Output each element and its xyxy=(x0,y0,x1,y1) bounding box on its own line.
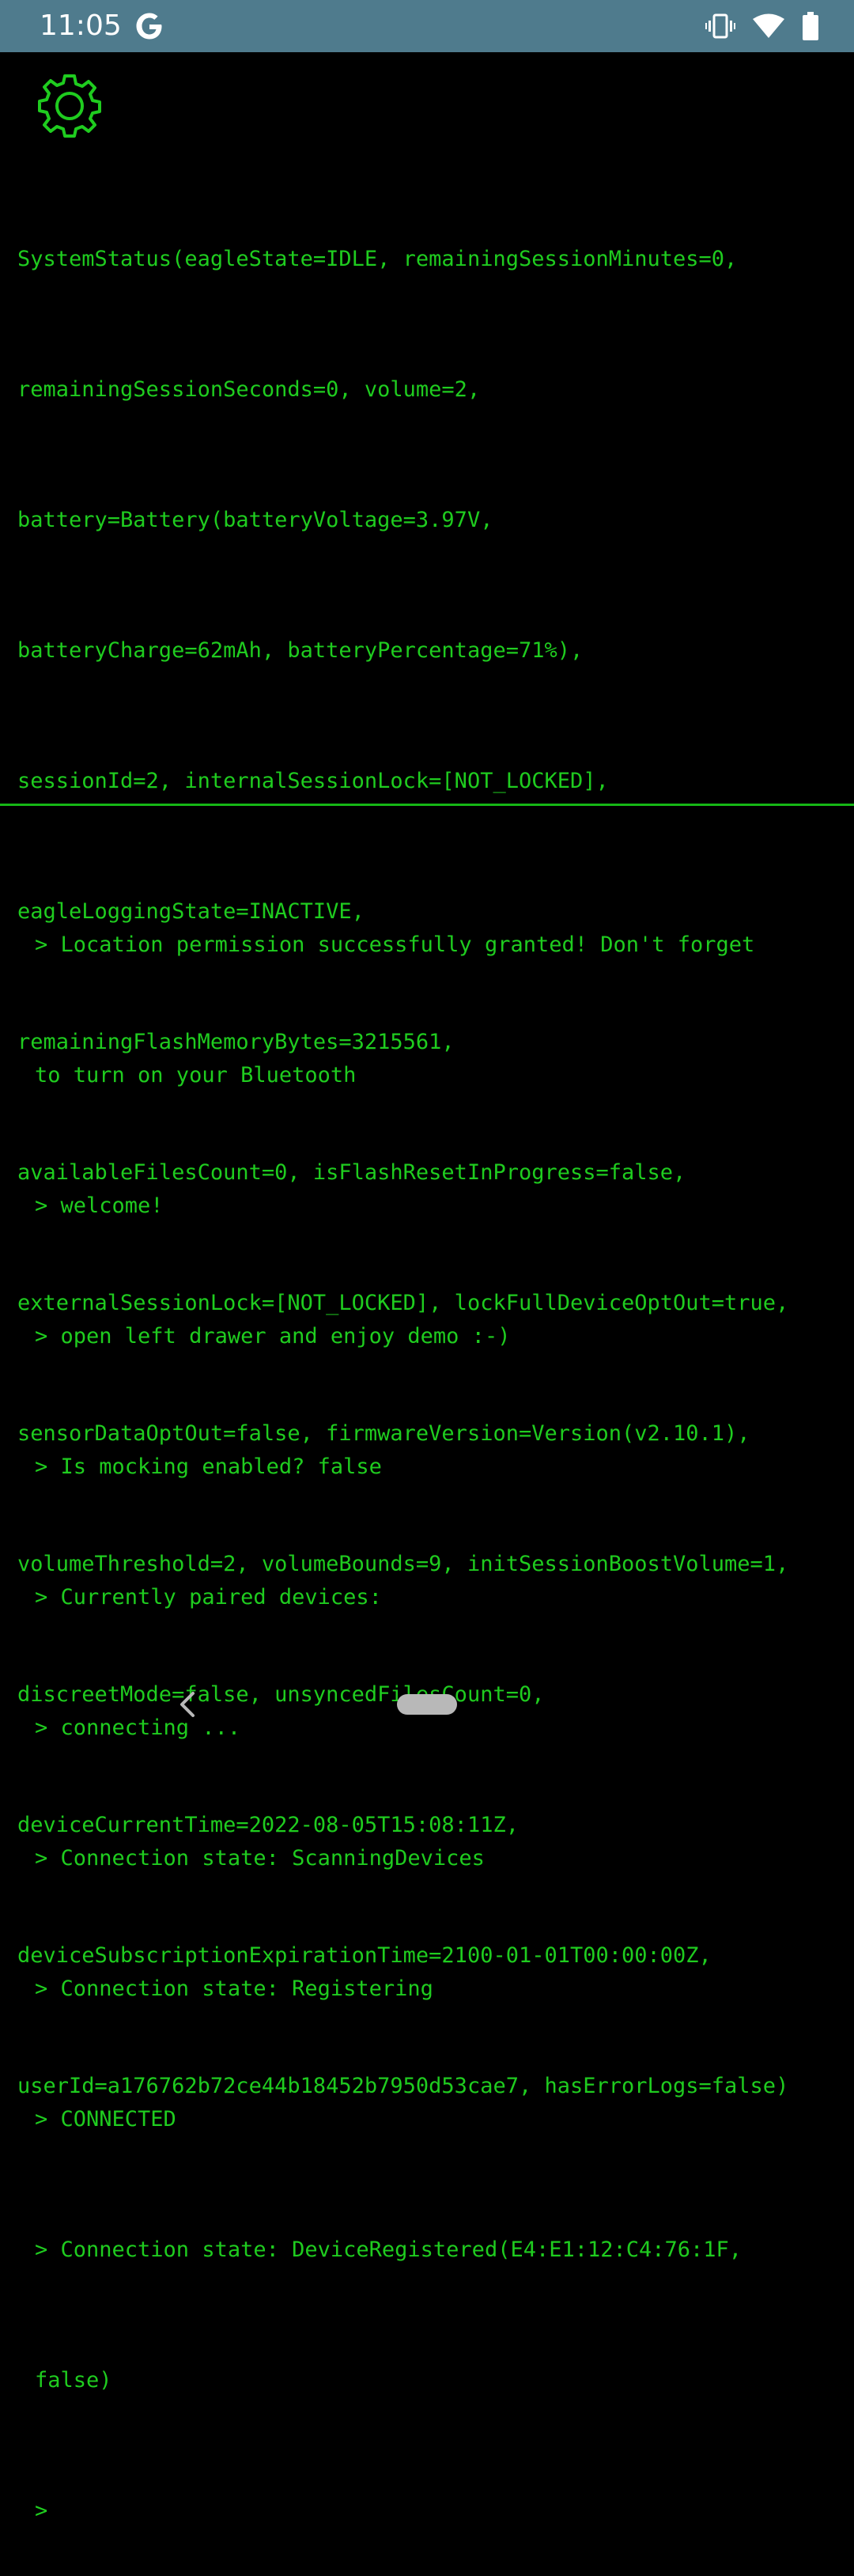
log-line: > Currently paired devices: xyxy=(35,1585,382,1610)
log-line: > welcome! xyxy=(35,1193,164,1218)
google-icon xyxy=(136,13,162,40)
log-line: to turn on your Bluetooth xyxy=(35,1063,357,1088)
status-line: batteryCharge=62mAh, batteryPercentage=7… xyxy=(17,638,584,663)
log-line: > CONNECTED xyxy=(35,2107,176,2132)
back-icon[interactable] xyxy=(176,1689,199,1720)
log-line: false) xyxy=(35,2368,112,2393)
log-line: > Is mocking enabled? false xyxy=(35,1454,382,1479)
status-bar: 11:05 xyxy=(0,0,854,52)
status-line: battery=Battery(batteryVoltage=3.97V, xyxy=(17,508,493,532)
section-divider xyxy=(0,804,854,806)
status-line: sessionId=2, internalSessionLock=[NOT_LO… xyxy=(17,769,609,793)
log-line: > Connection state: Registering xyxy=(35,1976,433,2001)
status-line: SystemStatus(eagleState=IDLE, remainingS… xyxy=(17,247,738,271)
log-line: > Location permission successfully grant… xyxy=(35,932,755,957)
status-icons xyxy=(705,10,819,42)
vibrate-icon xyxy=(705,13,735,39)
battery-icon xyxy=(803,12,818,40)
log-line: > xyxy=(35,2498,48,2523)
log-line: > open left drawer and enjoy demo :-) xyxy=(35,1324,511,1349)
gear-icon[interactable] xyxy=(35,71,104,141)
status-line: remainingSessionSeconds=0, volume=2, xyxy=(17,377,481,402)
wifi-icon xyxy=(753,13,784,38)
home-pill-icon[interactable] xyxy=(397,1694,457,1715)
status-time: 11:05 xyxy=(40,9,122,42)
log-line: > Connection state: DeviceRegistered(E4:… xyxy=(35,2237,743,2262)
log-line: > Connection state: ScanningDevices xyxy=(35,1846,485,1871)
